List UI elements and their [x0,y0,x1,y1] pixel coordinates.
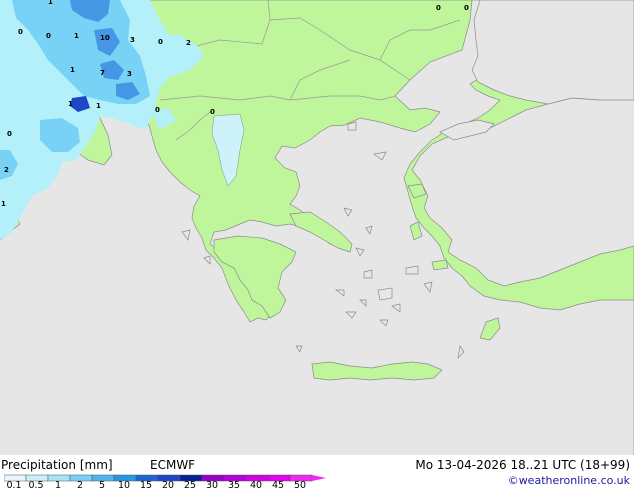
map-value-label: 0 [18,28,23,36]
black-sea [471,0,634,105]
map-value-label: 3 [127,70,132,78]
map-value-label: 0 [436,4,441,12]
map-value-label: 1 [70,66,75,74]
map-value-label: 1 [48,0,53,6]
map-value-label: 1 [1,200,6,208]
product-title: Precipitation [mm] [1,458,113,472]
map-value-label: 0 [155,106,160,114]
map-value-label: 1 [68,100,73,108]
map-value-label: 7 [100,69,105,77]
valid-datetime: Mo 13-04-2026 18..21 UTC (18+99) [415,458,630,472]
map-value-label: 0 [210,108,215,116]
map-value-label: 0 [7,130,12,138]
map-value-label: 0 [158,38,163,46]
map-value-label: 0 [46,32,51,40]
samos-land [431,259,449,271]
credit-link[interactable]: ©weatheronline.co.uk [508,474,630,488]
map-value-label: 1 [96,102,101,110]
map-value-label: 2 [4,166,9,174]
precipitation-map: 0 1 0 1 10 3 0 2 1 7 3 1 1 0 0 0 2 1 0 0 [0,0,634,455]
map-value-label: 1 [74,32,79,40]
map-value-label: 3 [130,36,135,44]
map-value-label: 0 [464,4,469,12]
map-value-label: 10 [100,34,110,42]
model-name: ECMWF [150,458,196,472]
map-value-label: 2 [186,39,191,47]
